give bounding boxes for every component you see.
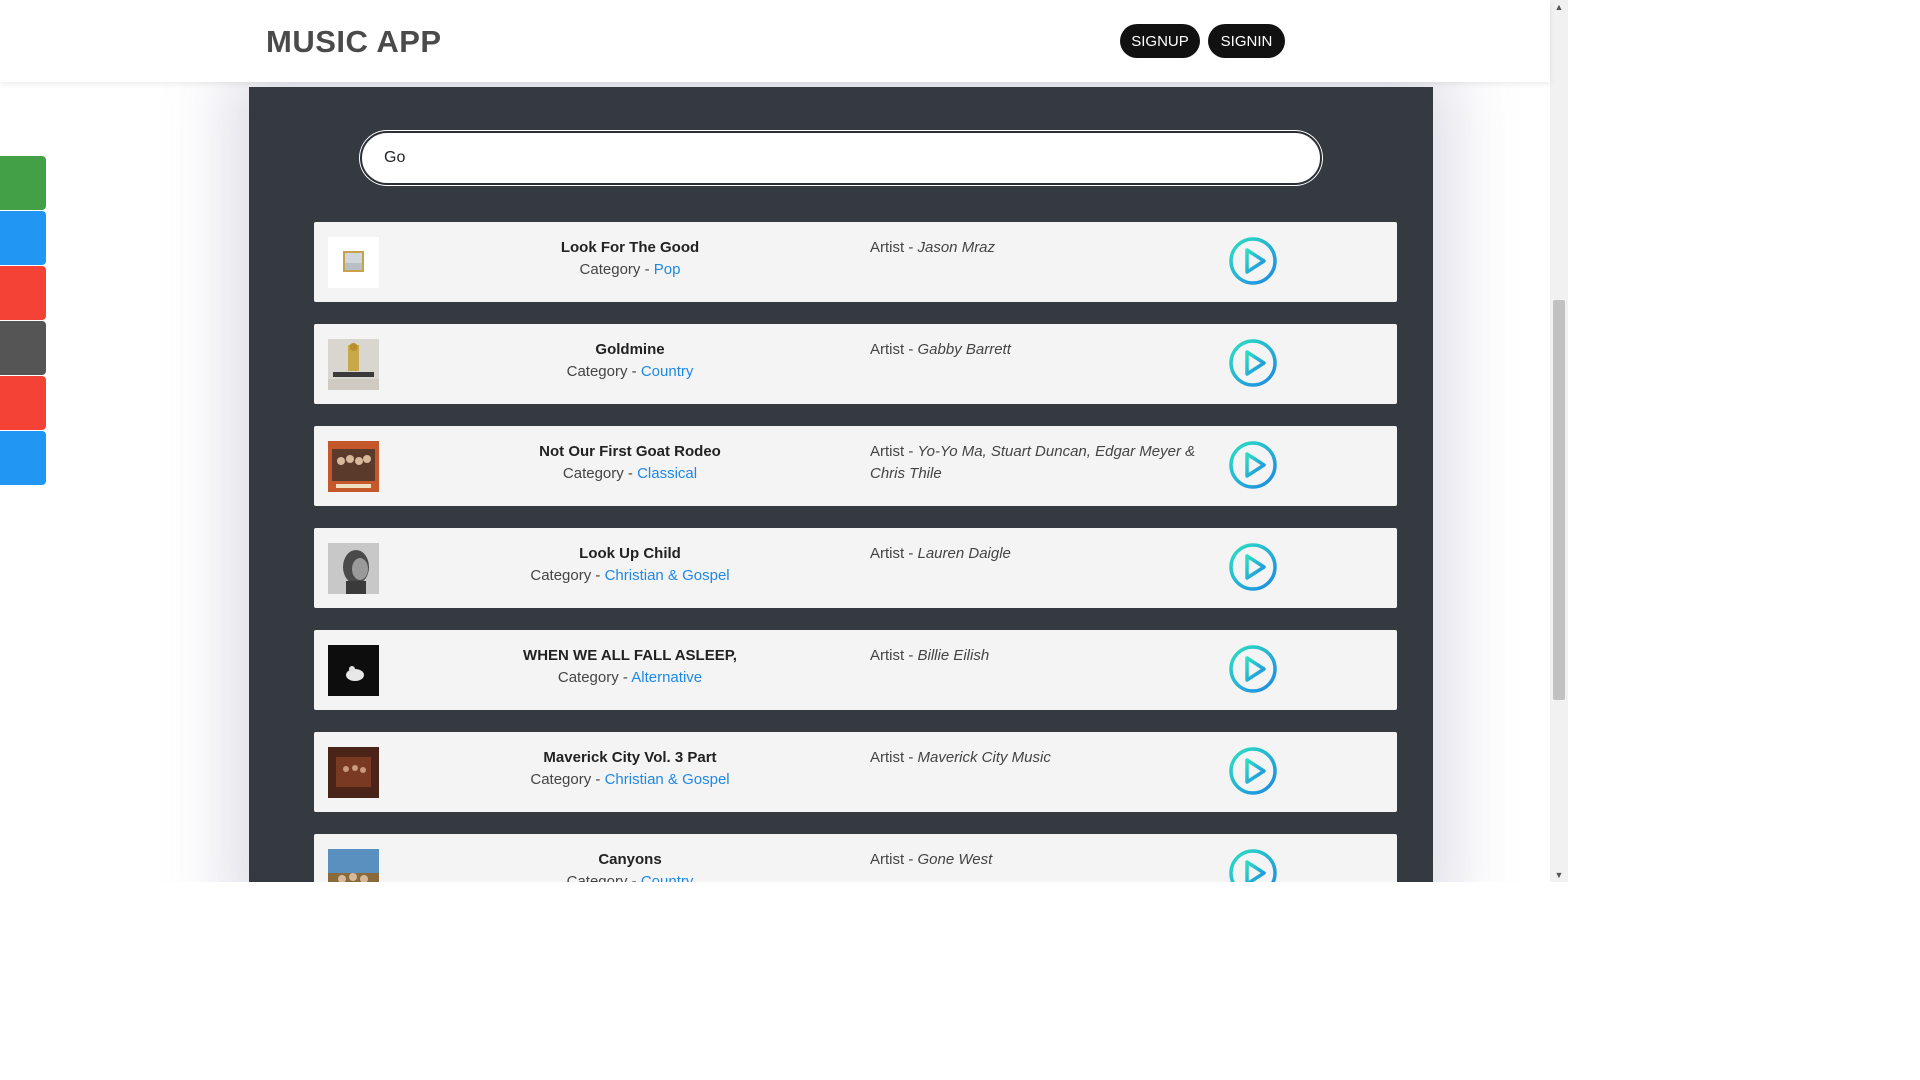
play-icon[interactable] [1228,440,1278,490]
social-share-bar [0,156,46,486]
album-cover [328,237,379,288]
search-input[interactable] [360,131,1322,185]
category-link[interactable]: Country [641,873,694,882]
category-link[interactable]: Pop [654,261,681,278]
artist-name: Jason Mraz [917,239,996,256]
song-title: Maverick City Vol. 3 Part [543,749,717,766]
play-icon[interactable] [1228,236,1278,286]
artist-label: Artist - [870,443,918,460]
album-cover [328,339,379,390]
main-panel: Look For The Good Category - Pop Artist … [249,87,1433,882]
scroll-down-icon[interactable]: ▼ [1550,868,1568,882]
top-navbar: MUSIC APP SIGNUP SIGNIN [0,0,1550,82]
category-link[interactable]: Christian & Gospel [605,771,730,788]
artist-name: Lauren Daigle [917,545,1011,562]
signup-button[interactable]: SIGNUP [1120,24,1200,58]
category-label: Category - [566,363,641,380]
artist-label: Artist - [870,851,918,868]
page: MUSIC APP SIGNUP SIGNIN Go Look For The … [0,0,1568,882]
brand-logo[interactable]: MUSIC APP [266,24,442,60]
category-link[interactable]: Christian & Gospel [605,567,730,584]
play-icon[interactable] [1228,746,1278,796]
album-cover [328,441,379,492]
album-cover [328,849,379,882]
artist-name: Maverick City Music [917,749,1051,766]
song-row: Canyons Category - Country Artist - Gone… [314,834,1397,882]
artist-name: Billie Eilish [917,647,990,664]
signin-button[interactable]: SIGNIN [1208,24,1285,58]
album-cover [328,543,379,594]
category-link[interactable]: Alternative [631,669,702,686]
category-label: Category - [562,465,638,482]
song-row: Maverick City Vol. 3 Part Category - Chr… [314,732,1397,812]
category-link[interactable]: Classical [637,465,697,482]
category-label: Category - [530,771,605,788]
artist-name: Gabby Barrett [917,341,1011,358]
song-row: Look Up Child Category - Christian & Gos… [314,528,1397,608]
song-title: WHEN WE ALL FALL ASLEEP, [523,647,737,664]
song-row: WHEN WE ALL FALL ASLEEP, Category - Alte… [314,630,1397,710]
artist-label: Artist - [870,239,918,256]
song-list: Look For The Good Category - Pop Artist … [314,222,1397,882]
album-cover [328,747,379,798]
social-share-button[interactable] [0,321,46,375]
category-label: Category - [566,873,641,882]
category-label: Category - [530,567,605,584]
category-label: Category - [579,261,654,278]
artist-name: Gone West [917,851,993,868]
artist-label: Artist - [870,647,918,664]
category-label: Category - [557,669,632,686]
play-icon[interactable] [1228,338,1278,388]
song-row: Not Our First Goat Rodeo Category - Clas… [314,426,1397,506]
song-title: Look Up Child [579,545,681,562]
page-scrollbar[interactable]: ▲ ▼ [1550,0,1568,882]
song-row: Look For The Good Category - Pop Artist … [314,222,1397,302]
play-icon[interactable] [1228,644,1278,694]
scroll-up-icon[interactable]: ▲ [1550,0,1568,14]
artist-label: Artist - [870,749,918,766]
category-link[interactable]: Country [641,363,694,380]
play-icon[interactable] [1228,542,1278,592]
song-title: Goldmine [595,341,665,358]
social-share-button[interactable] [0,431,46,485]
album-cover [328,645,379,696]
social-share-button[interactable] [0,376,46,430]
artist-name: Yo-Yo Ma, Stuart Duncan, Edgar Meyer & C… [870,443,1196,482]
play-icon[interactable] [1228,848,1278,882]
artist-label: Artist - [870,545,918,562]
song-title: Not Our First Goat Rodeo [539,443,721,460]
song-row: Goldmine Category - Country Artist - Gab… [314,324,1397,404]
scrollbar-thumb[interactable] [1553,300,1565,700]
song-title: Canyons [598,851,662,868]
social-share-button[interactable] [0,266,46,320]
song-title: Look For The Good [560,239,700,256]
social-share-button[interactable] [0,156,46,210]
social-share-button[interactable] [0,211,46,265]
artist-label: Artist - [870,341,918,358]
